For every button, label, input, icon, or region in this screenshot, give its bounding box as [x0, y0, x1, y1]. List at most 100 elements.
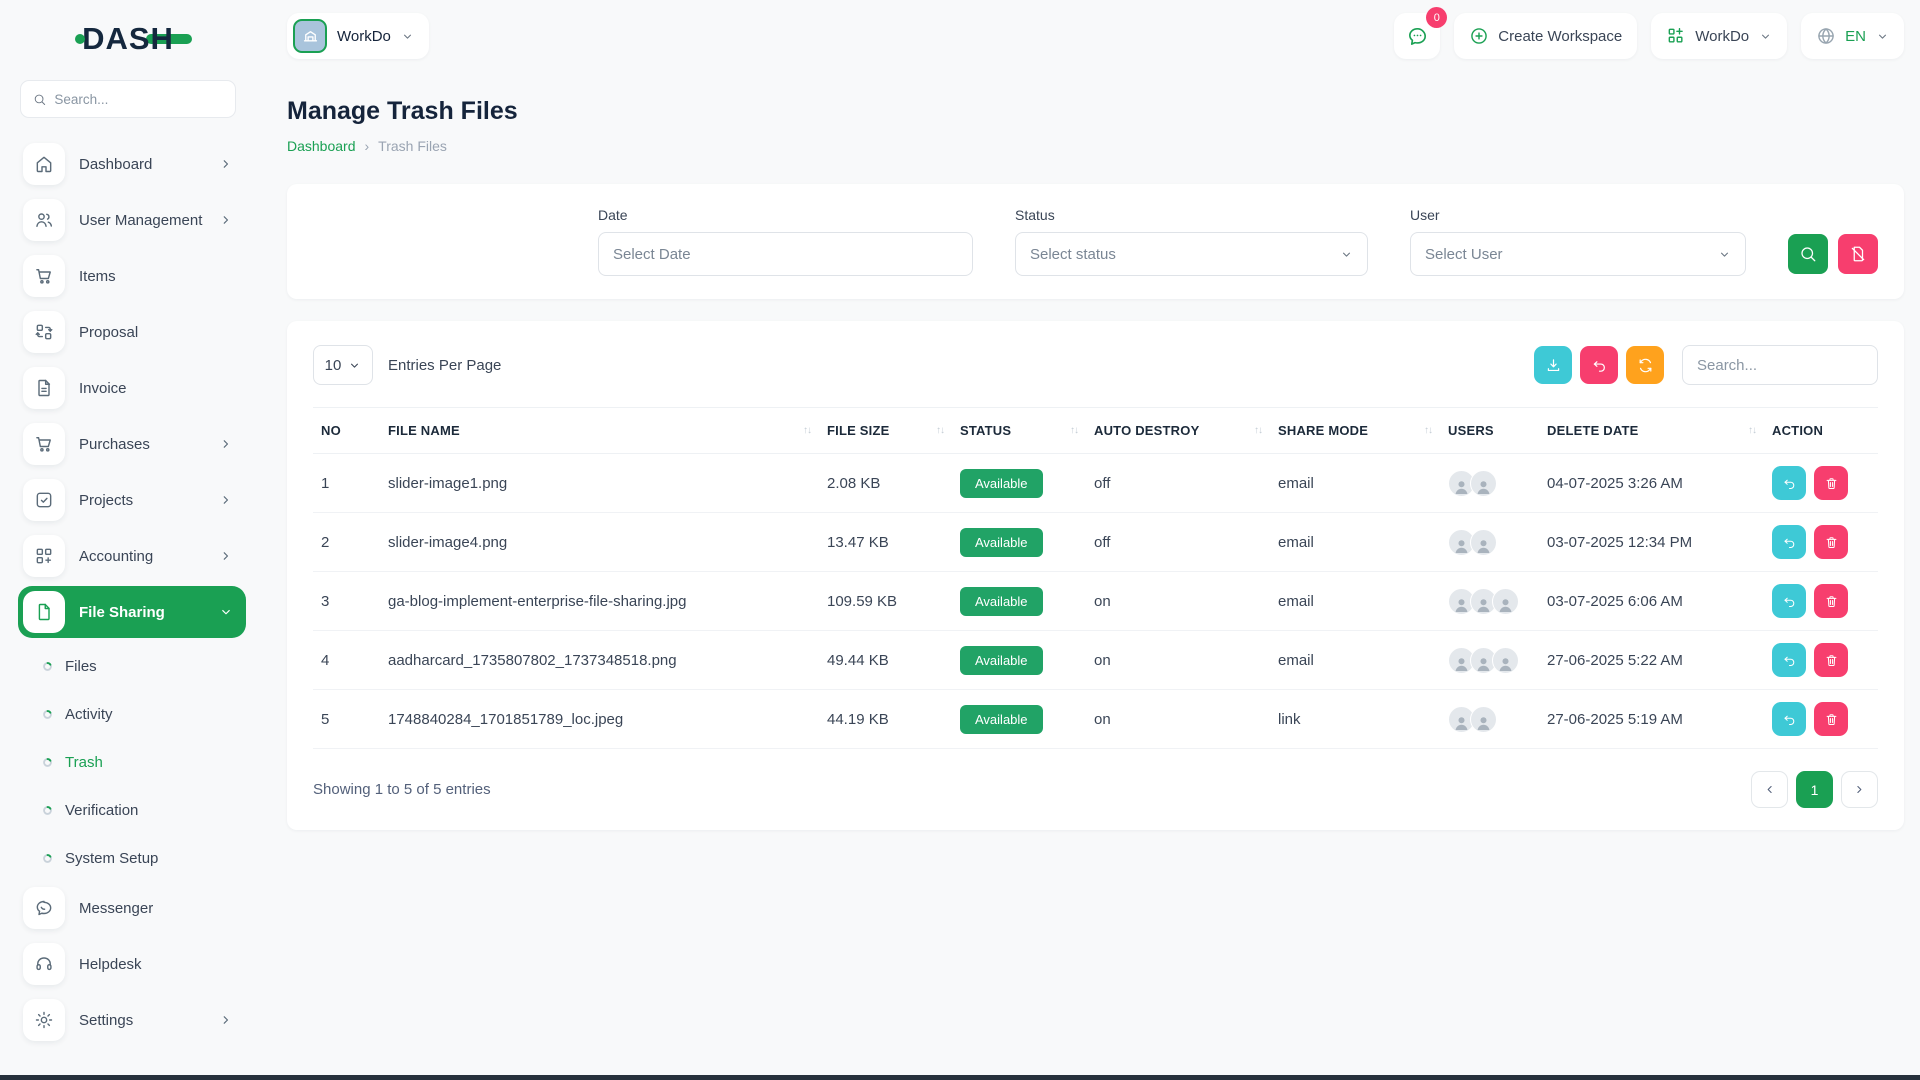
page-number-button[interactable]: 1	[1796, 771, 1833, 808]
trash-files-card: 10 Entries Per Page NOFILE NAME↑↓FILE SI…	[287, 321, 1904, 830]
sidebar-item-proposal[interactable]: Proposal	[18, 306, 246, 358]
sidebar-item-system-setup[interactable]: System Setup	[18, 834, 246, 882]
sort-icon[interactable]: ↑↓	[1748, 425, 1756, 436]
column-header-file_size[interactable]: FILE SIZE↑↓	[819, 408, 952, 454]
chevron-down-icon	[401, 29, 415, 43]
sidebar-item-user-management[interactable]: User Management	[18, 194, 246, 246]
sort-icon[interactable]: ↑↓	[803, 425, 811, 436]
table-row: 51748840284_1701851789_loc.jpeg44.19 KBA…	[313, 690, 1878, 749]
sidebar-item-label: Helpdesk	[79, 956, 234, 973]
restore-file-button[interactable]	[1772, 466, 1806, 500]
column-header-share_mode[interactable]: SHARE MODE↑↓	[1270, 408, 1440, 454]
delete-file-button[interactable]	[1814, 584, 1848, 618]
sidebar-item-accounting[interactable]: Accounting	[18, 530, 246, 582]
restore-file-button[interactable]	[1772, 584, 1806, 618]
ring-icon	[42, 853, 53, 864]
next-page-button[interactable]	[1841, 771, 1878, 808]
file-size-cell: 13.47 KB	[819, 513, 952, 572]
column-header-file_name[interactable]: FILE NAME↑↓	[380, 408, 819, 454]
delete-date-cell: 27-06-2025 5:22 AM	[1539, 631, 1764, 690]
no-cell: 3	[313, 572, 380, 631]
sidebar: DASH Dashboard User ManagementItemsPropos…	[0, 0, 256, 1080]
file-size-cell: 49.44 KB	[819, 631, 952, 690]
workspace-switcher[interactable]: WorkDo	[1651, 13, 1787, 59]
create-workspace-button[interactable]: Create Workspace	[1454, 13, 1637, 59]
column-header-delete_date[interactable]: DELETE DATE↑↓	[1539, 408, 1764, 454]
users-avatars	[1448, 647, 1531, 674]
headset-icon	[23, 943, 65, 985]
language-selector[interactable]: EN	[1801, 13, 1904, 59]
date-input[interactable]	[613, 246, 958, 263]
delete-date-cell: 03-07-2025 12:34 PM	[1539, 513, 1764, 572]
restore-all-button[interactable]	[1580, 346, 1618, 384]
chevron-down-icon	[348, 359, 361, 372]
column-header-status[interactable]: STATUS↑↓	[952, 408, 1086, 454]
logo-text: DASH	[82, 21, 174, 57]
sidebar-item-messenger[interactable]: Messenger	[18, 882, 246, 934]
accounting-icon	[23, 535, 65, 577]
refresh-button[interactable]	[1626, 346, 1664, 384]
sidebar-item-label: Dashboard	[79, 156, 205, 173]
file-slash-icon	[1849, 245, 1867, 263]
prev-page-button[interactable]	[1751, 771, 1788, 808]
auto-destroy-cell: on	[1086, 690, 1270, 749]
sidebar-item-helpdesk[interactable]: Helpdesk	[18, 938, 246, 990]
restore-file-button[interactable]	[1772, 643, 1806, 677]
share-mode-cell: email	[1270, 454, 1440, 513]
chevron-down-icon	[1875, 29, 1889, 43]
delete-file-button[interactable]	[1814, 525, 1848, 559]
sort-icon[interactable]: ↑↓	[936, 425, 944, 436]
sidebar-item-file-sharing[interactable]: File Sharing	[18, 586, 246, 638]
row-actions	[1772, 525, 1870, 559]
delete-file-button[interactable]	[1814, 466, 1848, 500]
status-filter-select[interactable]: Select status	[1015, 232, 1368, 276]
date-filter-input[interactable]	[598, 232, 973, 276]
messages-button[interactable]: 0	[1394, 13, 1440, 59]
invoice-icon	[23, 367, 65, 409]
sidebar-subitem-label: System Setup	[65, 850, 158, 867]
user-filter-select[interactable]: Select User	[1410, 232, 1746, 276]
sidebar-search-input[interactable]	[54, 92, 223, 107]
status-filter-label: Status	[1015, 207, 1368, 223]
sidebar-item-settings[interactable]: Settings	[18, 994, 246, 1046]
table-search-input[interactable]	[1682, 345, 1878, 385]
user-filter-field: User Select User	[1410, 207, 1746, 276]
column-header-auto_destroy[interactable]: AUTO DESTROY↑↓	[1086, 408, 1270, 454]
workspace-selector[interactable]: WorkDo	[287, 13, 429, 59]
sidebar-item-invoice[interactable]: Invoice	[18, 362, 246, 414]
sidebar-item-files[interactable]: Files	[18, 642, 246, 690]
sort-icon[interactable]: ↑↓	[1424, 425, 1432, 436]
toolbar-actions	[1534, 345, 1878, 385]
breadcrumb-dashboard-link[interactable]: Dashboard	[287, 138, 356, 154]
restore-file-button[interactable]	[1772, 525, 1806, 559]
sidebar-item-purchases[interactable]: Purchases	[18, 418, 246, 470]
sidebar-item-projects[interactable]: Projects	[18, 474, 246, 526]
app-logo[interactable]: DASH	[0, 16, 256, 62]
sidebar-item-trash[interactable]: Trash	[18, 738, 246, 786]
row-actions	[1772, 643, 1870, 677]
trash-files-table: NOFILE NAME↑↓FILE SIZE↑↓STATUS↑↓AUTO DES…	[313, 407, 1878, 749]
cart-icon	[23, 423, 65, 465]
apply-filter-button[interactable]	[1788, 234, 1828, 274]
users-icon	[23, 199, 65, 241]
sidebar-item-verification[interactable]: Verification	[18, 786, 246, 834]
sidebar-item-dashboard[interactable]: Dashboard	[18, 138, 246, 190]
column-header-users: USERS	[1440, 408, 1539, 454]
page-title: Manage Trash Files	[287, 97, 1904, 126]
pagination: 1	[1751, 771, 1878, 808]
delete-file-button[interactable]	[1814, 702, 1848, 736]
sidebar-item-activity[interactable]: Activity	[18, 690, 246, 738]
download-button[interactable]	[1534, 346, 1572, 384]
entries-per-page-select[interactable]: 10	[313, 345, 373, 385]
chevron-right-icon	[219, 1013, 234, 1028]
delete-file-button[interactable]	[1814, 643, 1848, 677]
ring-icon	[42, 661, 53, 672]
sort-icon[interactable]: ↑↓	[1254, 425, 1262, 436]
ring-icon	[42, 709, 53, 720]
sidebar-item-items[interactable]: Items	[18, 250, 246, 302]
sort-icon[interactable]: ↑↓	[1070, 425, 1078, 436]
reset-filter-button[interactable]	[1838, 234, 1878, 274]
file-size-cell: 2.08 KB	[819, 454, 952, 513]
table-row: 2slider-image4.png13.47 KBAvailableoffem…	[313, 513, 1878, 572]
restore-file-button[interactable]	[1772, 702, 1806, 736]
